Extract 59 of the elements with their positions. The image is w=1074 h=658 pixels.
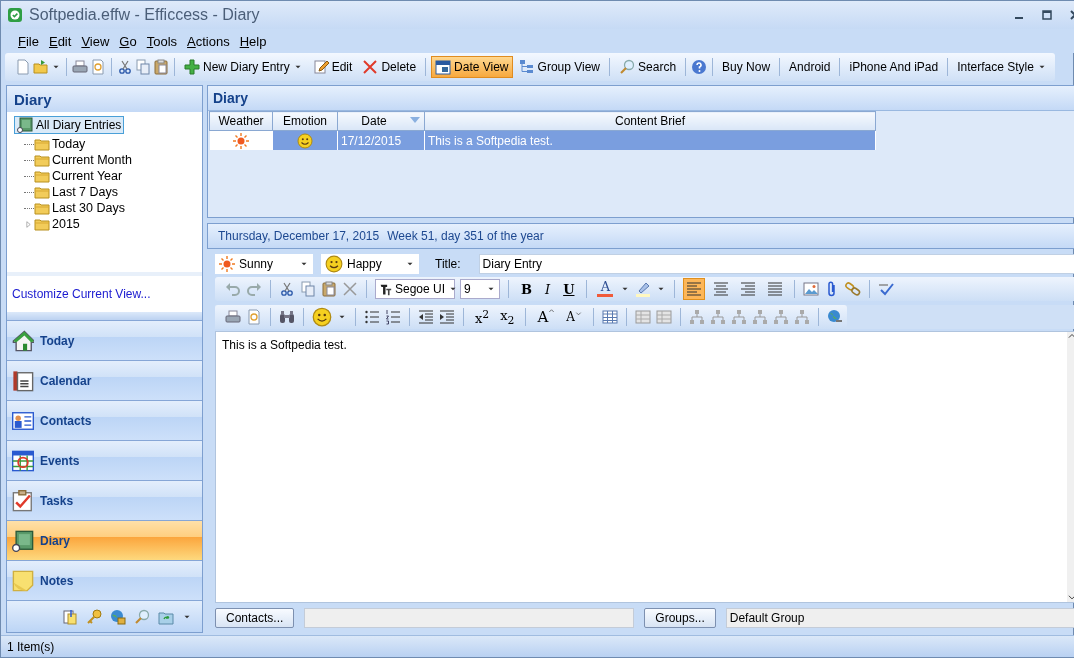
toolbar-button[interactable]: iPhone And iPad	[845, 56, 943, 78]
panel-header: Diary	[7, 86, 202, 112]
status-text: 1 Item(s)	[7, 639, 55, 654]
emotion-dropdown[interactable]: Happy	[321, 254, 419, 274]
toolbar-button[interactable]: Delete	[358, 56, 421, 78]
nav-button[interactable]: Today	[7, 320, 202, 360]
font-size-button[interactable]: A	[563, 310, 585, 324]
format-button[interactable]: I	[541, 279, 555, 299]
nav-button[interactable]: Contacts	[7, 400, 202, 440]
column-header[interactable]: Date	[337, 111, 425, 131]
tree-item[interactable]: Current Year	[50, 169, 125, 183]
font-dropdown[interactable]: Segoe UI	[375, 279, 455, 299]
menu-item[interactable]: View	[76, 31, 115, 51]
menu-item[interactable]: Help	[234, 31, 272, 51]
tree-item[interactable]: Today	[50, 137, 88, 151]
title-label: Title:	[435, 257, 461, 271]
format-button[interactable]: U	[559, 279, 579, 299]
font-size-button[interactable]: A	[534, 308, 559, 326]
script-button[interactable]: x$_{2}$	[497, 307, 518, 327]
toolbar-button[interactable]: Edit	[308, 56, 357, 78]
toolbar-button[interactable]: Interface Style	[953, 56, 1051, 78]
groups-button[interactable]: Groups...	[644, 608, 716, 628]
column-header[interactable]: Emotion	[272, 111, 338, 131]
menu-item[interactable]: Actions	[182, 31, 235, 51]
toolbar-button[interactable]: Group View	[514, 56, 605, 78]
tree-item[interactable]: Last 30 Days	[50, 201, 127, 215]
toolbar-button[interactable]: Buy Now	[718, 56, 775, 78]
nav-button[interactable]: Events	[7, 440, 202, 480]
column-header[interactable]: Content Brief	[424, 111, 876, 131]
toolbar-button[interactable]: New Diary Entry	[180, 56, 307, 78]
menu-item[interactable]: Tools	[141, 31, 183, 51]
column-header[interactable]: Weather	[209, 111, 273, 131]
group-field[interactable]: Default Group	[725, 608, 1074, 628]
title-field[interactable]: Diary Entry	[478, 254, 1074, 274]
tree-item[interactable]: Current Month	[50, 153, 134, 167]
format-button[interactable]: B	[517, 279, 536, 299]
customize-link[interactable]: Customize Current View...	[12, 287, 151, 301]
contacts-button[interactable]: Contacts...	[215, 608, 295, 628]
toolbar-button[interactable]: Search	[615, 56, 681, 78]
font-color-button[interactable]: A	[595, 281, 616, 297]
nav-button[interactable]: Calendar	[7, 360, 202, 400]
window-title: Softpedia.effw - Efficcess - Diary	[29, 6, 261, 24]
tree-item[interactable]: Last 7 Days	[50, 185, 120, 199]
toolbar-button[interactable]: Date View	[431, 56, 513, 78]
tree-item[interactable]: 2015	[50, 217, 82, 231]
font-size-dropdown[interactable]: 9	[460, 279, 500, 299]
menu-item[interactable]: Go	[114, 31, 142, 51]
menu-item[interactable]: File	[13, 31, 44, 51]
nav-button[interactable]: Notes	[7, 560, 202, 600]
weather-dropdown[interactable]: Sunny	[215, 254, 313, 274]
week-text: Week 51, day 351 of the year	[387, 229, 544, 243]
date-text: Thursday, December 17, 2015	[218, 229, 380, 243]
menu-item[interactable]: Edit	[43, 31, 77, 51]
nav-button[interactable]: Diary	[7, 520, 202, 560]
script-button[interactable]: x$^{2}$	[472, 307, 493, 327]
nav-button[interactable]: Tasks	[7, 480, 202, 520]
panel-header: Diary	[208, 86, 1074, 111]
tree-root[interactable]: All Diary Entries	[14, 116, 125, 134]
toolbar-button[interactable]: Android	[785, 56, 835, 78]
